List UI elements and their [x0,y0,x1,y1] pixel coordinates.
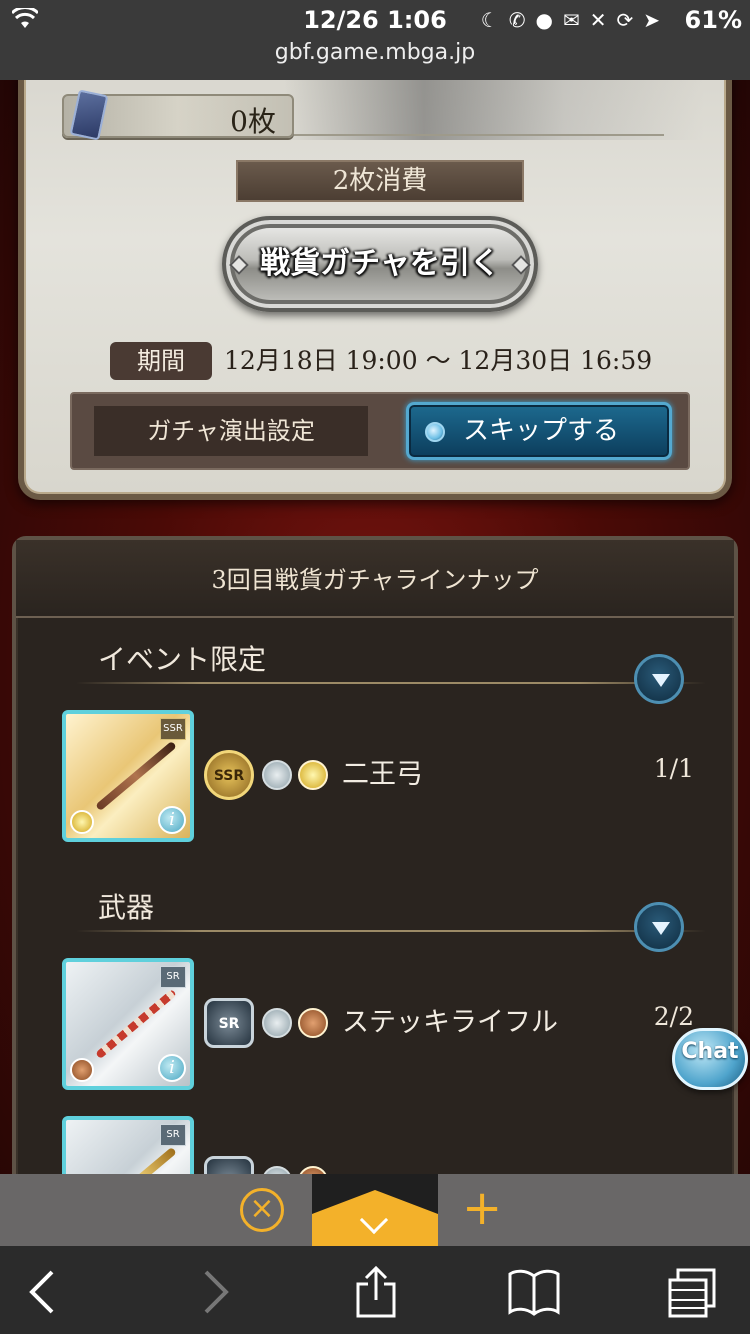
message-icon: ● [535,8,553,32]
collapse-button[interactable] [634,654,684,704]
ssr-rarity-icon: SSR [204,750,254,800]
sr-rarity-icon: SR [204,998,254,1048]
ticket-icon [69,89,109,141]
info-icon[interactable]: i [158,806,186,834]
ticket-counter: 0枚 [62,89,294,141]
game-toolbar: × + [0,1174,750,1246]
skip-label: スキップする [463,416,620,446]
tabs-button[interactable] [664,1264,720,1320]
list-item: SSR i SSR 二王弓 1/1 [16,710,734,846]
bookmarks-button[interactable] [506,1264,562,1320]
browser-toolbar [0,1246,750,1334]
section-title-event: イベント限定 [98,643,267,676]
consume-label: 2枚消費 [236,160,524,202]
item-name: ステッキライフル [342,1007,558,1038]
chevron-left-icon [29,1270,54,1314]
ticket-count: 0枚 [230,105,276,138]
list-item: SR SR [16,1116,734,1174]
item-count: 1/1 [653,754,694,783]
setting-label: ガチャ演出設定 [94,406,368,456]
mute-icon: ✕ [589,8,607,32]
chevron-down-icon [652,674,670,687]
sr-rarity-icon: SR [204,1156,254,1174]
lineup-panel: 3回目戦貨ガチャラインナップ イベント限定 SSR i SSR 二王弓 1/1 … [12,536,738,1174]
sr-badge-icon: SR [160,966,186,988]
chat-button[interactable]: Chat [672,1028,748,1090]
knife-image [95,1146,177,1174]
collapse-button[interactable] [634,902,684,952]
item-thumbnail[interactable]: SR i [62,958,194,1090]
chevron-right-icon [204,1270,229,1314]
gun-type-icon [262,1008,292,1038]
draw-gacha-label: 戦貨ガチャを引く [260,246,500,281]
gem-icon [229,255,249,275]
tabs-icon [668,1268,716,1318]
period-value: 12月18日 19:00 〜 12月30日 16:59 [224,346,653,375]
divider [294,134,664,136]
forward-button[interactable] [186,1264,242,1320]
light-element-icon [298,760,328,790]
gem-icon [511,255,531,275]
location-icon: ➤ [643,8,660,32]
dagger-type-icon [262,1166,292,1174]
gacha-panel: 0枚 2枚消費 戦貨ガチャを引く 期間 12月18日 19:00 〜 12月30… [18,80,732,500]
earth-element-icon [298,1008,328,1038]
url-label[interactable]: gbf.game.mbga.jp [0,40,750,65]
mail-icon: ✉ [562,8,580,32]
rifle-image [95,988,177,1060]
item-thumbnail[interactable]: SR [62,1116,194,1174]
book-icon [508,1269,560,1316]
chat-label: Chat [681,1039,739,1064]
item-count: 2/2 [653,1002,694,1031]
chevron-down-icon [652,922,670,935]
lineup-title: 3回目戦貨ガチャラインナップ [211,566,539,594]
skip-toggle-button[interactable]: スキップする [406,402,672,460]
status-bar: 12/26 1:06 gbf.game.mbga.jp ☾ ✆ ● ✉ ✕ ⟳ … [0,0,750,80]
game-view: 0枚 2枚消費 戦貨ガチャを引く 期間 12月18日 19:00 〜 12月30… [0,80,750,1174]
toggle-dot-icon [425,422,445,442]
list-item: SR i SR ステッキライフル 2/2 [16,958,734,1094]
section-title-weapons: 武器 [98,891,155,924]
earth-element-icon [70,1058,94,1082]
earth-element-icon [298,1166,328,1174]
item-name: 二王弓 [342,759,423,790]
plus-icon[interactable]: + [462,1184,502,1232]
back-button[interactable] [16,1264,72,1320]
item-thumbnail[interactable]: SSR i [62,710,194,842]
panel-artwork [284,80,704,140]
share-button[interactable] [348,1264,404,1320]
lineup-header: 3回目戦貨ガチャラインナップ [16,540,734,618]
status-icons: ☾ ✆ ● ✉ ✕ ⟳ ➤ [481,8,660,32]
rotation-lock-icon: ⟳ [616,8,634,32]
section-divider [76,930,706,932]
section-divider [76,682,706,684]
close-icon[interactable]: × [240,1188,284,1232]
menu-toggle-tab[interactable] [312,1174,438,1246]
gacha-effect-setting: ガチャ演出設定 スキップする [70,392,690,470]
ssr-badge-icon: SSR [160,718,186,740]
bow-image [95,740,177,812]
phone-icon: ✆ [508,8,526,32]
info-icon[interactable]: i [158,1054,186,1082]
battery-percent: 61% [684,6,742,34]
share-icon [356,1265,396,1318]
light-element-icon [70,810,94,834]
draw-gacha-button[interactable]: 戦貨ガチャを引く [222,216,538,312]
sr-badge-icon: SR [160,1124,186,1146]
moon-icon: ☾ [480,8,499,32]
period-label: 期間 [110,342,212,380]
bow-type-icon [262,760,292,790]
